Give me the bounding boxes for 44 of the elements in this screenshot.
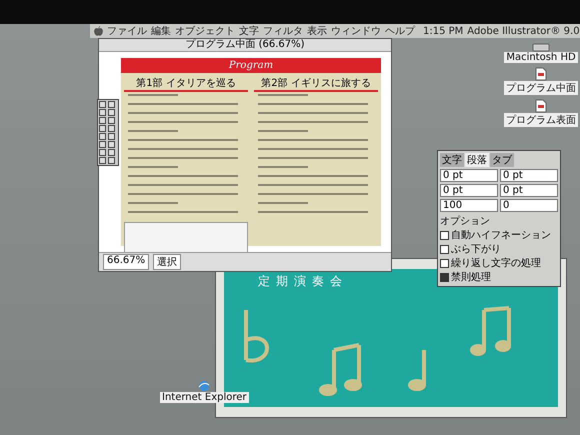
column-heading: 第2部 イギリスに旅する — [254, 76, 378, 92]
menu-item[interactable]: ヘルプ — [385, 24, 415, 38]
menu-item[interactable]: フィルタ — [263, 24, 303, 38]
application-menu[interactable]: Adobe Illustrator® 9.0 — [467, 26, 580, 36]
menu-item[interactable]: オブジェクト — [175, 24, 235, 38]
checkbox[interactable] — [440, 230, 449, 240]
option-label: 繰り返し文字の処理 — [451, 256, 541, 270]
window-title: プログラム中面 (66.67%) — [99, 39, 391, 52]
document-icon — [535, 67, 547, 81]
icon-label[interactable]: Macintosh HD — [504, 52, 578, 63]
checkbox[interactable] — [440, 258, 449, 268]
menu-item[interactable]: 表示 — [307, 24, 327, 38]
icon-label[interactable]: プログラム表面 — [504, 113, 578, 127]
clock: 1:15 PM — [423, 26, 464, 36]
input-field[interactable]: 0 pt — [500, 169, 558, 182]
option-label: ぶら下がり — [451, 243, 501, 256]
checkbox[interactable] — [440, 244, 449, 254]
option-label: 自動ハイフネーション — [451, 229, 551, 242]
menu-item[interactable]: ウィンドウ — [331, 24, 381, 38]
document-icon — [535, 99, 547, 113]
input-field[interactable]: 0 pt — [440, 184, 498, 197]
flyer-title: 定期演奏会 — [258, 273, 348, 290]
menu-item[interactable]: 編集 — [151, 24, 171, 38]
zoom-field[interactable]: 66.67% — [103, 254, 150, 270]
panel-tab[interactable]: 段落 — [465, 153, 489, 167]
status-dropdown[interactable]: 選択 — [153, 254, 182, 270]
input-field[interactable]: 0 — [500, 199, 558, 212]
section-label: オプション — [440, 214, 491, 228]
checkbox[interactable] — [440, 272, 449, 282]
menu-item[interactable]: ファイル — [107, 24, 147, 38]
panel-tab[interactable]: 文字 — [440, 153, 464, 167]
apple-icon — [94, 26, 103, 36]
panel-tab[interactable]: タブ — [490, 153, 514, 167]
icon-label[interactable]: Internet Explorer — [160, 392, 249, 403]
input-field[interactable]: 0 pt — [440, 169, 498, 182]
globe-icon — [198, 380, 210, 392]
input-field[interactable]: 0 pt — [500, 184, 558, 197]
option-label: 禁則処理 — [451, 270, 491, 284]
column-heading: 第1部 イタリアを巡る — [124, 76, 248, 92]
input-field[interactable]: 100 — [440, 199, 498, 212]
menu-item[interactable]: 文字 — [239, 24, 259, 38]
icon-label[interactable]: プログラム中面 — [504, 81, 578, 95]
page-banner: Program — [121, 58, 381, 73]
hard-drive-icon — [532, 42, 550, 52]
